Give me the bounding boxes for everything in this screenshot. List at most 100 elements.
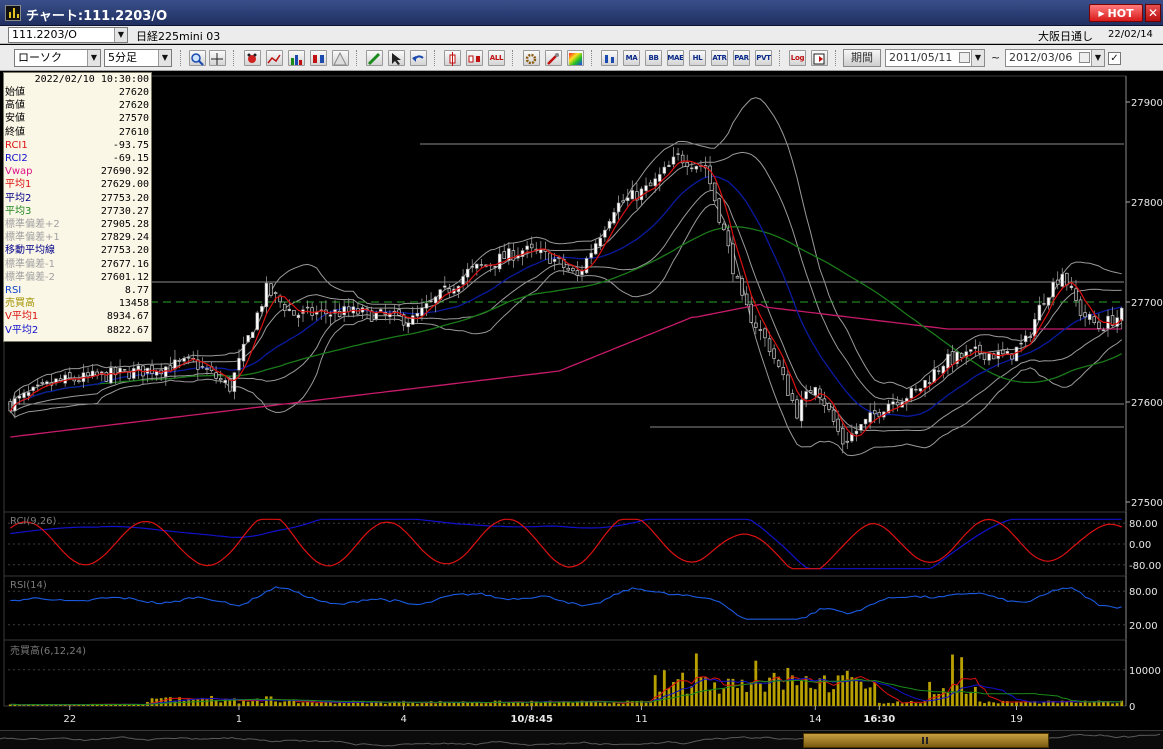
candle-body <box>502 251 506 260</box>
volume-bar <box>621 703 625 706</box>
candle-type-icon[interactable] <box>601 50 618 66</box>
interval-select[interactable]: 5分足 ▼ <box>104 49 172 67</box>
settings-icon[interactable] <box>523 50 540 66</box>
rsi-tick-label: 20.00 <box>1129 621 1158 632</box>
data-row-value: 27629.00 <box>100 179 149 191</box>
date-from-input[interactable]: 2011/05/11 ▼ <box>885 49 985 67</box>
hot-button[interactable]: ▶ HOT <box>1089 4 1143 22</box>
data-row: RCI1 -93.75 <box>4 139 151 152</box>
candle-body <box>104 372 109 382</box>
candle-body <box>328 314 333 317</box>
volume-bar <box>626 700 630 706</box>
candle-body <box>667 164 671 168</box>
candle-body <box>36 384 40 387</box>
data-row: 高値 27620 <box>4 99 151 112</box>
calendar-icon[interactable] <box>1079 52 1090 63</box>
symbol-select[interactable]: 111.2203/O ▼ <box>8 27 128 43</box>
data-row-label: V平均1 <box>5 311 39 323</box>
data-row-label: 移動平均線 <box>5 245 55 257</box>
candle-body <box>539 249 543 254</box>
chevron-down-icon[interactable]: ▼ <box>87 50 100 66</box>
chart-type-select[interactable]: ローソク ▼ <box>14 49 101 67</box>
cursor-icon[interactable] <box>388 50 405 66</box>
candle <box>292 310 296 316</box>
volume-bar <box>996 703 1000 706</box>
data-row-label: 売買高 <box>5 298 35 310</box>
chevron-down-icon[interactable]: ▼ <box>114 28 127 42</box>
time-tick-label: 16:30 <box>863 714 895 725</box>
volume-bar <box>297 703 300 706</box>
export-icon[interactable] <box>811 50 828 66</box>
volume-bar <box>813 689 817 706</box>
candle-body <box>831 409 836 422</box>
candle-body <box>644 185 648 192</box>
candle-body <box>731 243 735 275</box>
close-button[interactable]: ✕ <box>1145 4 1161 22</box>
candle-body <box>863 418 868 425</box>
period-button[interactable]: 期間 <box>843 49 881 67</box>
volume-bar <box>306 701 309 706</box>
bear-icon[interactable] <box>244 50 261 66</box>
pencil-icon[interactable] <box>366 50 383 66</box>
candle <box>104 370 109 383</box>
data-row: 平均1 27629.00 <box>4 178 151 191</box>
zoom-out-candle-icon[interactable] <box>466 50 483 66</box>
candle-body <box>859 424 863 431</box>
moving-average-button[interactable]: MA <box>623 50 640 66</box>
volume-bar <box>914 703 918 706</box>
calendar-icon[interactable] <box>959 52 970 63</box>
undo-icon[interactable] <box>410 50 427 66</box>
atr-button[interactable]: ATR <box>711 50 728 66</box>
indicator-chart-icon[interactable] <box>266 50 283 66</box>
pivot-button[interactable]: PVT <box>755 50 772 66</box>
date-to-input[interactable]: 2012/03/06 ▼ <box>1005 49 1105 67</box>
date-from-value: 2011/05/11 <box>889 51 953 64</box>
toolbar-separator <box>434 50 435 66</box>
parabolic-button[interactable]: PAR <box>733 50 750 66</box>
data-row-value: 27610 <box>118 126 149 138</box>
volume-bar <box>553 703 556 706</box>
data-row-label: V平均2 <box>5 324 39 336</box>
volume-bar <box>644 702 648 706</box>
data-row: 安値 27570 <box>4 112 151 125</box>
candle-body <box>132 368 136 379</box>
time-scrollbar[interactable] <box>0 730 1163 749</box>
candle-body <box>959 353 964 359</box>
candle-body <box>854 430 859 435</box>
apply-period-checkbox[interactable]: ✓ <box>1108 52 1121 65</box>
candle-body <box>740 277 744 296</box>
volume-bar <box>964 693 968 706</box>
volume-bar <box>973 686 977 706</box>
bar-chart-icon[interactable] <box>288 50 305 66</box>
chevron-down-icon[interactable]: ▼ <box>1091 50 1104 66</box>
chevron-down-icon[interactable]: ▼ <box>971 50 984 66</box>
tools-icon[interactable] <box>545 50 562 66</box>
color-palette-icon[interactable] <box>567 50 584 66</box>
chevron-down-icon[interactable]: ▼ <box>158 50 171 66</box>
volume-bar <box>832 689 835 706</box>
candle-body <box>552 258 557 262</box>
candle-body <box>722 223 726 230</box>
candle-body <box>305 306 310 309</box>
volume-bar <box>960 657 964 706</box>
bollinger-bands-button[interactable]: BB <box>645 50 662 66</box>
candle-body <box>1001 349 1005 355</box>
show-all-button[interactable]: ALL <box>488 50 505 66</box>
data-row-label: 標準偏差+1 <box>5 232 60 244</box>
volume-bar <box>205 699 209 706</box>
volume-bar <box>415 703 419 706</box>
candle-body <box>461 276 465 285</box>
chart-canvas[interactable]: 27900 27800 27700 27600 27500 RCI(9,26) 80.00… <box>0 72 1163 730</box>
candle <box>246 334 250 344</box>
zoom-icon[interactable] <box>189 50 206 66</box>
ma-envelope-button[interactable]: MAE <box>667 50 684 66</box>
crosshair-icon[interactable] <box>209 50 226 66</box>
compare-icon[interactable] <box>310 50 327 66</box>
zoom-in-candle-icon[interactable] <box>444 50 461 66</box>
rci-tick-label: 80.00 <box>1129 519 1158 530</box>
high-low-button[interactable]: HL <box>689 50 706 66</box>
candle-body <box>1037 304 1042 321</box>
alert-icon[interactable] <box>332 50 349 66</box>
log-scale-button[interactable]: Log <box>789 50 806 66</box>
scrollbar-thumb[interactable] <box>803 733 1049 748</box>
